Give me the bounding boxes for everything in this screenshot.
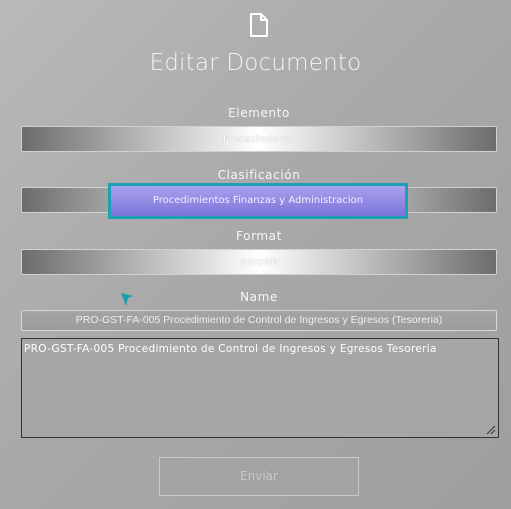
submit-button[interactable]: Enviar <box>159 457 359 496</box>
description-text: PRO-GST-FA-005 Procedimiento de Control … <box>24 343 437 355</box>
element-select[interactable]: Procedimiento <box>21 126 497 152</box>
classification-selected-option[interactable]: Procedimientos Finanzas y Administracion <box>108 183 408 219</box>
description-textarea[interactable]: PRO-GST-FA-005 Procedimiento de Control … <box>21 338 499 438</box>
resize-handle-icon[interactable] <box>486 425 496 435</box>
mouse-cursor-icon <box>121 293 133 306</box>
format-label: Format <box>236 229 282 243</box>
name-label: Name <box>240 290 278 304</box>
page-title: Editar Documento <box>149 50 362 76</box>
document-icon <box>250 13 268 37</box>
element-label: Elemento <box>228 106 290 120</box>
classification-label: Clasificación <box>217 168 301 182</box>
name-input[interactable]: PRO-GST-FA-005 Procedimiento de Control … <box>21 310 497 331</box>
format-select[interactable]: portrait <box>21 249 497 275</box>
